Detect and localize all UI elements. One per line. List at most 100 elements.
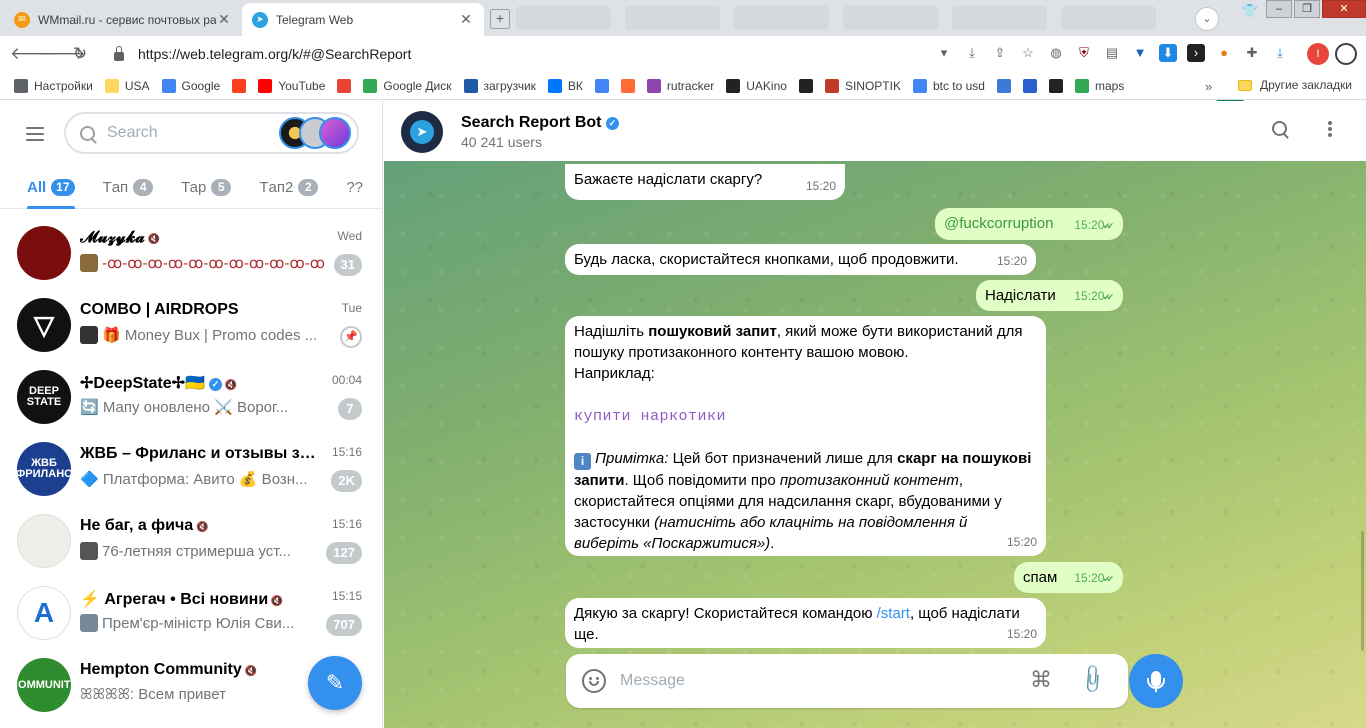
message-input[interactable] [620, 668, 1000, 694]
vpn-extension-icon[interactable]: ▼ [1131, 44, 1149, 62]
dropdown-arrow-icon[interactable]: ▾ [935, 44, 953, 62]
search-box[interactable] [64, 112, 359, 154]
bookmark-item[interactable] [337, 78, 352, 93]
telegram-favicon-icon: ➤ [252, 11, 268, 28]
background-tab[interactable] [516, 6, 611, 30]
tab-search-chevron-icon[interactable]: ⌄ [1195, 7, 1219, 31]
chat-name-text: ✢DeepState✢🇺🇦 [80, 375, 205, 392]
bookmark-item[interactable] [620, 78, 635, 93]
bookmark-item[interactable]: загрузчик [463, 78, 536, 93]
share-icon[interactable]: ⇪ [991, 44, 1009, 62]
emoji-smile-icon[interactable] [582, 669, 606, 693]
minimize-button[interactable]: – [1266, 0, 1292, 18]
message-text: Дякую за скаргу! Скористайтеся командою [574, 605, 877, 622]
bookmark-item[interactable]: Google Диск [363, 78, 452, 93]
chat-list-item[interactable]: A ⚡ Агрегач • Всі новини 🔇 15:15 Прем'єр-мі… [7, 577, 376, 649]
terminal-extension-icon[interactable]: › [1187, 44, 1205, 62]
chess-icon [798, 78, 813, 93]
forward-arrow-icon[interactable]: 🡒 [40, 42, 86, 66]
message-incoming[interactable]: Дякую за скаргу! Скористайтеся командою … [565, 598, 1046, 648]
search-icon[interactable] [1270, 119, 1294, 143]
profile-avatar[interactable]: I [1307, 43, 1329, 65]
more-menu-icon[interactable] [1318, 119, 1342, 143]
bookmark-item[interactable]: rutracker [646, 78, 714, 93]
bookmark-item[interactable] [798, 78, 813, 93]
chat-list-item[interactable]: ЖВБ ФРИЛАНС ЖВБ – Фриланс и отзывы з... 🔇… [7, 433, 376, 505]
bookmark-item[interactable]: ВК [547, 78, 583, 93]
theme-shirt-icon[interactable]: 👕 [1242, 3, 1258, 19]
message-outgoing[interactable]: Надіслати 15:20 [976, 280, 1123, 311]
text-run: . [770, 535, 775, 552]
bookmark-item[interactable] [1022, 78, 1037, 93]
bookmark-item[interactable]: SINOPTIK [824, 78, 901, 93]
chat-list-item[interactable]: DEEP STATE ✢DeepState✢🇺🇦 ✓ 🔇 00:04 🔄 Мапу он… [7, 361, 376, 433]
globe-extension-icon[interactable]: ◍ [1047, 44, 1065, 62]
story-avatar[interactable] [319, 117, 351, 149]
background-tab[interactable] [625, 6, 720, 30]
folder-tab[interactable]: All 17 [0, 165, 89, 209]
browser-tab-wmmail[interactable]: ✉ WMmail.ru - сервис почтовых рассылок ✕ [4, 3, 242, 36]
message-incoming[interactable]: Бажаєте надіслати скаргу? 15:20 [565, 164, 845, 200]
background-tab[interactable] [843, 6, 938, 30]
reload-icon[interactable]: ↻ [68, 42, 92, 66]
background-tab[interactable] [734, 6, 829, 30]
restore-button[interactable]: ❐ [1294, 0, 1320, 18]
bot-avatar[interactable]: ➤ [401, 111, 443, 153]
new-tab-button[interactable]: + [490, 9, 510, 29]
message-outgoing[interactable]: спам 15:20 [1014, 562, 1123, 593]
attach-paperclip-icon[interactable]: 📎 [1075, 662, 1110, 697]
chat-list-item[interactable]: 𝓜𝓾𝔃𝔂𝓴𝓪 🔇 Wed -ꝏ-ꝏ-ꝏ-ꝏ-ꝏ-ꝏ-ꝏ-ꝏ-ꝏ-ꝏ-ꝏ 31 [7, 217, 376, 289]
message-incoming-instructions[interactable]: Надішліть пошуковий запит, який може бут… [565, 316, 1046, 556]
bookmark-item[interactable]: btc to usd [912, 78, 985, 93]
bookmark-item[interactable]: YouTube [258, 78, 325, 93]
unread-badge: 707 [326, 614, 362, 636]
briefcase-extension-icon[interactable]: ▤ [1103, 44, 1121, 62]
ublock-extension-icon[interactable]: ⛨ [1075, 44, 1093, 62]
bookmark-item[interactable]: UAKino [726, 78, 787, 93]
close-tab-icon[interactable]: ✕ [458, 11, 474, 28]
message-incoming[interactable]: Будь ласка, скористайтеся кнопками, щоб … [565, 244, 1036, 275]
back-arrow-icon[interactable]: 🡐 [10, 42, 56, 66]
bookmark-item[interactable] [232, 78, 247, 93]
message-outgoing[interactable]: @fuckcorruption 15:20 [935, 208, 1123, 240]
hamburger-menu-icon[interactable] [26, 127, 44, 141]
start-command-link[interactable]: /start [877, 605, 910, 622]
bookmark-item[interactable]: USA [104, 78, 150, 93]
bookmark-star-icon[interactable]: ☆ [1019, 44, 1037, 62]
bookmark-item[interactable]: Google [161, 78, 220, 93]
new-message-pencil-icon[interactable]: ✎ [308, 656, 362, 710]
monospace-text[interactable]: купити наркотики [574, 408, 726, 425]
background-tab[interactable] [952, 6, 1047, 30]
downloads-icon[interactable]: ⤓ [1271, 44, 1289, 62]
background-tab[interactable] [1061, 6, 1156, 30]
bookmark-item[interactable] [1048, 78, 1063, 93]
microphone-icon[interactable] [1129, 654, 1183, 708]
bookmarks-more-chevron[interactable]: » [1205, 79, 1212, 94]
money-extension-icon[interactable]: ● [1215, 44, 1233, 62]
translate-icon [594, 78, 609, 93]
download-extension-icon[interactable]: ⬇ [1159, 44, 1177, 62]
folder-tab[interactable]: ?? [332, 165, 377, 209]
stories-avatars[interactable] [279, 117, 351, 149]
search-input[interactable] [107, 124, 277, 142]
folder-tab[interactable]: Tап 4 [89, 165, 168, 209]
install-app-icon[interactable]: ⤓ [963, 44, 981, 62]
folder-tab[interactable]: Тар 5 [167, 165, 245, 209]
bookmark-item[interactable] [996, 78, 1011, 93]
close-tab-icon[interactable]: ✕ [216, 11, 232, 28]
bot-commands-icon[interactable]: ⌘ [1030, 667, 1052, 693]
browser-tab-telegram[interactable]: ➤ Telegram Web ✕ [242, 3, 484, 36]
address-bar[interactable]: https://web.telegram.org/k/#@SearchRepor… [102, 40, 952, 68]
chat-scrollbar[interactable] [1361, 531, 1364, 651]
puzzle-extensions-icon[interactable]: ✚ [1243, 44, 1261, 62]
folder-tab[interactable]: Tап2 2 [245, 165, 332, 209]
chat-header[interactable]: ➤ Search Report Bot ✓ 40 241 users [384, 101, 1366, 161]
close-window-button[interactable]: ✕ [1322, 0, 1366, 18]
chat-list-item[interactable]: Не баг, а фича 🔇 15:16 76-летняя стримерша… [7, 505, 376, 577]
bookmark-item[interactable]: maps [1074, 78, 1124, 93]
chat-list-item[interactable]: ▽ COMBO | AIRDROPS Tue 🎁 Money Bux | Promo … [7, 289, 376, 361]
bookmark-item[interactable] [594, 78, 609, 93]
bookmark-item[interactable]: Настройки [14, 78, 93, 93]
browser-menu-icon[interactable] [1335, 43, 1357, 65]
other-bookmarks[interactable]: Другие закладки [1238, 78, 1352, 92]
